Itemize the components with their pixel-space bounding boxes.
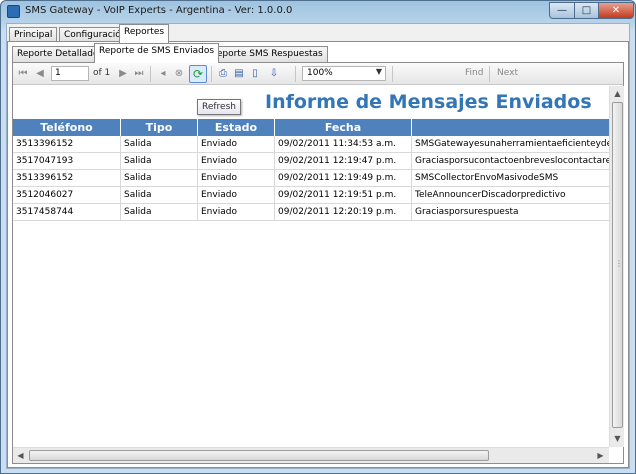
cell-fecha: 09/02/2011 12:19:49 p.m. <box>275 170 412 187</box>
report-toolbar: ⏮ ◀ 1 of 1 ▶ ⏭ ◂ ⊗ ⟳ ⎙ ▤ ▯ ⇩ 100% ▼ Find… <box>13 63 623 85</box>
horizontal-scroll-thumb[interactable] <box>29 450 489 461</box>
page-number-input[interactable]: 1 <box>51 66 89 81</box>
previous-page-icon[interactable]: ◀ <box>33 67 47 81</box>
scroll-down-icon[interactable]: ▼ <box>610 431 625 446</box>
print-icon[interactable]: ⎙ <box>216 67 230 81</box>
scroll-left-icon[interactable]: ◀ <box>13 448 28 463</box>
refresh-button[interactable]: ⟳ <box>189 65 207 83</box>
toolbar-separator <box>150 66 151 82</box>
cell-estado: Enviado <box>198 204 275 221</box>
cell-fecha: 09/02/2011 12:19:47 p.m. <box>275 153 412 170</box>
chevron-down-icon: ▼ <box>375 67 382 76</box>
cell-telefono: 3513396152 <box>13 170 121 187</box>
export-icon[interactable]: ⇩ <box>267 67 281 81</box>
app-window: SMS Gateway - VoIP Experts - Argentina -… <box>0 0 636 474</box>
page-setup-icon[interactable]: ▯ <box>248 67 262 81</box>
tab-reporte-sms-respuestas[interactable]: Reporte SMS Respuestas <box>206 46 328 62</box>
zoom-select[interactable]: 100% ▼ <box>302 66 386 81</box>
zoom-value: 100% <box>307 68 333 78</box>
cell-telefono: 3517047193 <box>13 153 121 170</box>
column-header-telefono: Teléfono <box>13 119 121 136</box>
first-page-icon[interactable]: ⏮ <box>16 67 30 81</box>
stop-icon[interactable]: ⊗ <box>172 67 186 81</box>
cell-telefono: 3517458744 <box>13 204 121 221</box>
scroll-up-icon[interactable]: ▲ <box>610 86 625 101</box>
report-viewer: ⏮ ◀ 1 of 1 ▶ ⏭ ◂ ⊗ ⟳ ⎙ ▤ ▯ ⇩ 100% ▼ Find… <box>12 62 624 464</box>
grip-icon: ⋮ <box>615 259 623 268</box>
cell-fecha: 09/02/2011 12:20:19 p.m. <box>275 204 412 221</box>
print-layout-icon[interactable]: ▤ <box>232 67 246 81</box>
find-next-link[interactable]: Next <box>497 68 518 78</box>
cell-mensaje: SMSGatewayesunaherramientaeficienteydes <box>412 136 609 153</box>
tab-principal[interactable]: Principal <box>9 27 58 42</box>
column-header-estado: Estado <box>198 119 275 136</box>
last-page-icon[interactable]: ⏭ <box>132 67 146 81</box>
table-row: 3517047193 Salida Enviado 09/02/2011 12:… <box>13 153 609 170</box>
vertical-scroll-thumb[interactable]: ⋮ <box>612 102 623 428</box>
main-tabstrip: Principal Configuración Reportes <box>7 24 629 43</box>
maximize-button[interactable]: □ <box>574 2 599 19</box>
next-page-icon[interactable]: ▶ <box>116 67 130 81</box>
tab-reporte-detallado[interactable]: Reporte Detallado <box>12 46 104 62</box>
window-title: SMS Gateway - VoIP Experts - Argentina -… <box>25 5 293 16</box>
minimize-button[interactable]: — <box>549 2 575 19</box>
tab-reportes[interactable]: Reportes <box>119 24 170 43</box>
cell-fecha: 09/02/2011 12:19:51 p.m. <box>275 187 412 204</box>
find-link[interactable]: Find <box>465 68 483 78</box>
cell-fecha: 09/02/2011 11:34:53 a.m. <box>275 136 412 153</box>
back-icon[interactable]: ◂ <box>156 67 170 81</box>
toolbar-separator <box>489 66 490 82</box>
title-bar[interactable]: SMS Gateway - VoIP Experts - Argentina -… <box>1 1 635 23</box>
column-header-tipo: Tipo <box>121 119 198 136</box>
tab-reporte-sms-enviados[interactable]: Reporte de SMS Enviados <box>94 43 220 63</box>
cell-estado: Enviado <box>198 136 275 153</box>
toolbar-separator <box>211 66 212 82</box>
cell-mensaje: Graciasporsucontactoenbreveslocontactare… <box>412 153 609 170</box>
table-header-row: Teléfono Tipo Estado Fecha M <box>13 119 609 136</box>
toolbar-separator <box>295 66 296 82</box>
cell-telefono: 3512046027 <box>13 187 121 204</box>
cell-estado: Enviado <box>198 187 275 204</box>
cell-estado: Enviado <box>198 170 275 187</box>
page-count-label: of 1 <box>93 68 111 78</box>
cell-mensaje: TeleAnnouncerDiscadorpredictivo <box>412 187 609 204</box>
column-header-fecha: Fecha <box>275 119 412 136</box>
cell-tipo: Salida <box>121 153 198 170</box>
table-row: 3513396152 Salida Enviado 09/02/2011 12:… <box>13 170 609 187</box>
column-header-mensaje: M <box>412 119 609 136</box>
cell-tipo: Salida <box>121 204 198 221</box>
scroll-right-icon[interactable]: ▶ <box>593 448 608 463</box>
table-row: 3512046027 Salida Enviado 09/02/2011 12:… <box>13 187 609 204</box>
close-button[interactable]: ✕ <box>598 2 634 19</box>
cell-mensaje: SMSCollectorEnvoMasivodeSMS <box>412 170 609 187</box>
table-row: 3517458744 Salida Enviado 09/02/2011 12:… <box>13 204 609 221</box>
app-icon <box>7 5 20 18</box>
report-subtabs: Reporte Detallado Reporte de SMS Enviado… <box>8 42 628 63</box>
toolbar-separator <box>392 66 393 82</box>
report-title: Informe de Mensajes Enviados <box>265 91 592 113</box>
cell-mensaje: Graciasporsurespuesta <box>412 204 609 221</box>
cell-telefono: 3513396152 <box>13 136 121 153</box>
table-row: 3513396152 Salida Enviado 09/02/2011 11:… <box>13 136 609 153</box>
cell-tipo: Salida <box>121 187 198 204</box>
cell-tipo: Salida <box>121 170 198 187</box>
report-body: Informe de Mensajes Enviados Teléfono Ti… <box>13 86 609 447</box>
reportes-panel: Reporte Detallado Reporte de SMS Enviado… <box>7 41 629 468</box>
cell-estado: Enviado <box>198 153 275 170</box>
refresh-tooltip: Refresh <box>197 99 241 115</box>
vertical-scrollbar[interactable]: ▲ ⋮ ▼ <box>609 86 624 447</box>
horizontal-scrollbar[interactable]: ◀ ▶ <box>13 447 609 463</box>
cell-tipo: Salida <box>121 136 198 153</box>
client-area: Principal Configuración Reportes Reporte… <box>6 23 630 469</box>
